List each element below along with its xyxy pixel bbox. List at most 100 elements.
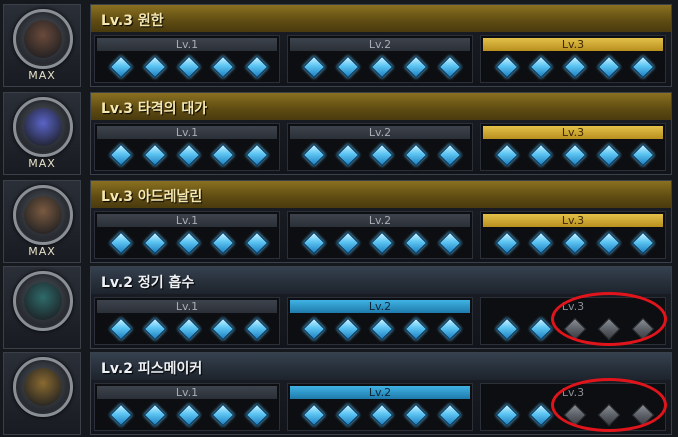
- gem-lit-icon: [302, 317, 326, 341]
- gem-lit-icon: [177, 231, 201, 255]
- gem-row: [95, 403, 279, 428]
- gem-lit-icon: [529, 55, 553, 79]
- gem-lit-icon: [370, 231, 394, 255]
- gem-lit-icon: [370, 143, 394, 167]
- gem-lit-icon: [495, 55, 519, 79]
- skill-row[interactable]: MAX Lv.3 원한 Lv.1 Lv.2 Lv.3: [0, 4, 678, 87]
- level-segment-2[interactable]: Lv.2: [287, 383, 473, 431]
- gem-row: [288, 317, 472, 342]
- skill-title: Lv.3 아드레날린: [101, 189, 203, 205]
- skill-title-bar: Lv.3 아드레날린: [91, 181, 671, 208]
- skill-medal-icon: [13, 185, 73, 245]
- gem-lit-icon: [631, 231, 655, 255]
- gem-lit-icon: [211, 143, 235, 167]
- gem-lit-icon: [177, 403, 201, 427]
- skill-row[interactable]: MAX Lv.3 아드레날린 Lv.1 Lv.2 Lv.3: [0, 180, 678, 263]
- skill-title: Lv.2 정기 흡수: [101, 275, 195, 291]
- gem-lit-icon: [404, 55, 428, 79]
- level-segment-2[interactable]: Lv.2: [287, 123, 473, 171]
- gem-row: [288, 55, 472, 80]
- gem-lit-icon: [563, 143, 587, 167]
- level-segment-1[interactable]: Lv.1: [94, 123, 280, 171]
- gem-row: [288, 143, 472, 168]
- gem-row: [95, 317, 279, 342]
- gem-lit-icon: [109, 317, 133, 341]
- skill-title: Lv.3 타격의 대가: [101, 101, 208, 117]
- level-segment-2[interactable]: Lv.2: [287, 211, 473, 259]
- gem-lit-icon: [302, 403, 326, 427]
- level-segment-2[interactable]: Lv.2: [287, 297, 473, 345]
- gem-lit-icon: [438, 143, 462, 167]
- skill-medal-icon: [13, 357, 73, 417]
- skill-medal-icon: [13, 9, 73, 69]
- gem-lit-icon: [529, 143, 553, 167]
- gem-lit-icon: [563, 231, 587, 255]
- gem-lit-icon: [245, 317, 269, 341]
- level-label: Lv.2: [290, 300, 470, 313]
- gem-lit-icon: [245, 231, 269, 255]
- level-segment-1[interactable]: Lv.1: [94, 211, 280, 259]
- skill-title-bar: Lv.3 타격의 대가: [91, 93, 671, 120]
- level-segment-1[interactable]: Lv.1: [94, 383, 280, 431]
- skill-title-bar: Lv.2 피스메이커: [91, 353, 671, 380]
- skill-medal-icon: [13, 97, 73, 157]
- skill-icon-frame[interactable]: MAX: [3, 180, 81, 263]
- gem-lit-icon: [336, 317, 360, 341]
- skill-row[interactable]: Lv.2 정기 흡수 Lv.1 Lv.2 Lv.3: [0, 266, 678, 349]
- level-segment-1[interactable]: Lv.1: [94, 297, 280, 345]
- gem-row: [288, 403, 472, 428]
- gem-lit-icon: [245, 143, 269, 167]
- max-badge: MAX: [28, 157, 56, 170]
- gem-lit-icon: [597, 143, 621, 167]
- skill-title-bar: Lv.3 원한: [91, 5, 671, 32]
- skill-portrait-icon: [24, 368, 62, 406]
- gem-lit-icon: [404, 143, 428, 167]
- skill-icon-frame[interactable]: [3, 352, 81, 435]
- skill-portrait-icon: [24, 282, 62, 320]
- level-label: Lv.3: [483, 38, 663, 51]
- gem-lit-icon: [245, 403, 269, 427]
- level-label: Lv.3: [483, 214, 663, 227]
- skill-portrait-icon: [24, 196, 62, 234]
- skill-portrait-icon: [24, 20, 62, 58]
- level-label: Lv.1: [97, 300, 277, 313]
- level-label: Lv.2: [290, 214, 470, 227]
- gem-row: [288, 231, 472, 256]
- gem-lit-icon: [370, 403, 394, 427]
- skill-portrait-icon: [24, 108, 62, 146]
- gem-row: [481, 55, 665, 80]
- skill-row[interactable]: Lv.2 피스메이커 Lv.1 Lv.2 Lv.3: [0, 352, 678, 435]
- skill-icon-frame[interactable]: MAX: [3, 92, 81, 175]
- gem-lit-icon: [109, 231, 133, 255]
- skill-icon-frame[interactable]: [3, 266, 81, 349]
- gem-row: [481, 231, 665, 256]
- gem-lit-icon: [109, 143, 133, 167]
- gem-lit-icon: [404, 403, 428, 427]
- level-segment-3[interactable]: Lv.3: [480, 123, 666, 171]
- gem-lit-icon: [495, 403, 519, 427]
- skill-icon-frame[interactable]: MAX: [3, 4, 81, 87]
- gem-row: [481, 143, 665, 168]
- gem-lit-icon: [438, 317, 462, 341]
- level-segment-1[interactable]: Lv.1: [94, 35, 280, 83]
- level-segment-3[interactable]: Lv.3: [480, 211, 666, 259]
- max-badge: MAX: [28, 69, 56, 82]
- gem-lit-icon: [529, 403, 553, 427]
- level-segment-3[interactable]: Lv.3: [480, 35, 666, 83]
- gem-lit-icon: [336, 143, 360, 167]
- gem-lit-icon: [211, 55, 235, 79]
- gem-lit-icon: [143, 403, 167, 427]
- level-label: Lv.2: [290, 38, 470, 51]
- skill-row[interactable]: MAX Lv.3 타격의 대가 Lv.1 Lv.2 Lv.3: [0, 92, 678, 175]
- level-segment-2[interactable]: Lv.2: [287, 35, 473, 83]
- gem-lit-icon: [370, 317, 394, 341]
- level-label: Lv.2: [290, 386, 470, 399]
- level-label: Lv.1: [97, 214, 277, 227]
- gem-lit-icon: [177, 55, 201, 79]
- gem-lit-icon: [302, 55, 326, 79]
- gem-lit-icon: [597, 231, 621, 255]
- gem-lit-icon: [563, 55, 587, 79]
- skill-title: Lv.3 원한: [101, 13, 164, 29]
- level-label: Lv.1: [97, 38, 277, 51]
- gem-lit-icon: [143, 317, 167, 341]
